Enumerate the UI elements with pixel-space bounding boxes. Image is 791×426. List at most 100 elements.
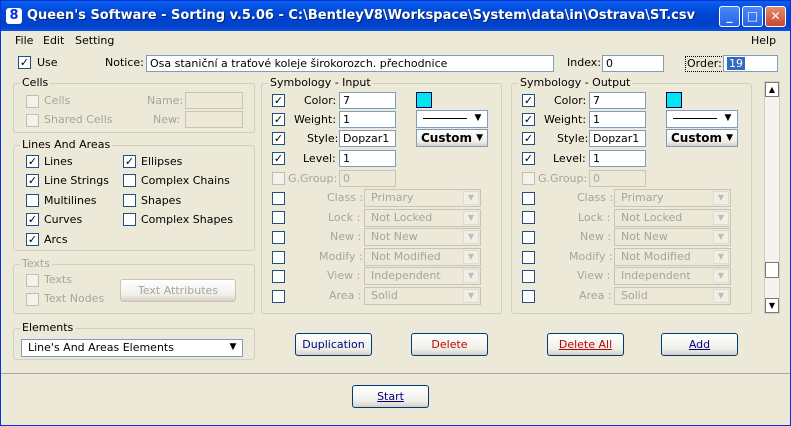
- in-class-select[interactable]: Primary ▼: [364, 189, 481, 207]
- notice-input[interactable]: Osa staniční a traťové koleje širokorozc…: [146, 55, 554, 72]
- order-input[interactable]: 19: [723, 55, 778, 72]
- out-class-select[interactable]: Primary ▼: [614, 189, 731, 207]
- arcs-checkbox[interactable]: ✓: [26, 233, 39, 246]
- out-lock-select[interactable]: Not Locked ▼: [614, 209, 731, 227]
- line-strings-checkbox[interactable]: ✓: [26, 174, 39, 187]
- in-level-checkbox[interactable]: ✓: [272, 152, 285, 165]
- out-level-checkbox[interactable]: ✓: [522, 152, 535, 165]
- add-button[interactable]: Add: [661, 333, 738, 356]
- chevron-down-icon: ▼: [713, 289, 729, 303]
- menu-help[interactable]: Help: [751, 34, 776, 47]
- in-ggroup-input[interactable]: 0: [339, 170, 396, 187]
- index-input[interactable]: 0: [602, 55, 664, 72]
- in-modify-checkbox[interactable]: [272, 251, 285, 264]
- in-class-checkbox[interactable]: [272, 192, 285, 205]
- in-lock-select[interactable]: Not Locked ▼: [364, 209, 481, 227]
- in-modify-select[interactable]: Not Modified ▼: [364, 248, 481, 266]
- in-weight-input[interactable]: 1: [339, 111, 396, 128]
- elements-select[interactable]: Line's And Areas Elements ▼: [21, 339, 243, 357]
- notice-label: Notice:: [105, 56, 144, 69]
- out-modify-select[interactable]: Not Modified ▼: [614, 248, 731, 266]
- text-attributes-button[interactable]: Text Attributes: [120, 279, 236, 302]
- close-button[interactable]: ✕: [765, 6, 786, 27]
- menu-setting[interactable]: Setting: [75, 34, 114, 47]
- in-new-select[interactable]: Not New ▼: [364, 228, 481, 246]
- out-class-checkbox[interactable]: [522, 192, 535, 205]
- in-lock-checkbox[interactable]: [272, 211, 285, 224]
- in-level-input[interactable]: 1: [339, 150, 396, 167]
- out-weight-select[interactable]: ▼: [666, 110, 738, 128]
- scroll-down-icon[interactable]: ▼: [765, 298, 779, 313]
- in-color-checkbox[interactable]: ✓: [272, 94, 285, 107]
- out-ggroup-label: G.Group:: [538, 172, 588, 185]
- out-weight-checkbox[interactable]: ✓: [522, 113, 535, 126]
- texts-group-title: Texts: [20, 257, 52, 271]
- in-area-checkbox[interactable]: [272, 290, 285, 303]
- out-color-checkbox[interactable]: ✓: [522, 94, 535, 107]
- out-area-checkbox[interactable]: [522, 290, 535, 303]
- out-ggroup-checkbox[interactable]: [522, 172, 535, 185]
- check-icon: ✓: [523, 132, 534, 145]
- use-checkbox[interactable]: ✓: [18, 56, 31, 69]
- name-input[interactable]: [185, 92, 243, 109]
- out-level-label: Level:: [553, 152, 586, 165]
- shared-cells-checkbox[interactable]: [26, 114, 39, 127]
- out-color-swatch[interactable]: [666, 92, 682, 108]
- in-weight-select[interactable]: ▼: [416, 110, 488, 128]
- in-color-input[interactable]: 7: [339, 92, 396, 109]
- shapes-checkbox[interactable]: [123, 194, 136, 207]
- start-button[interactable]: Start: [352, 385, 429, 408]
- menu-file[interactable]: File: [15, 34, 33, 47]
- out-view-checkbox[interactable]: [522, 270, 535, 283]
- out-area-select[interactable]: Solid ▼: [614, 287, 731, 305]
- delete-all-button[interactable]: Delete All: [547, 333, 624, 356]
- in-color-swatch[interactable]: [416, 92, 432, 108]
- complex-chains-checkbox[interactable]: [123, 174, 136, 187]
- out-ggroup-input[interactable]: 0: [589, 170, 646, 187]
- out-style-input[interactable]: Dopzar1: [589, 130, 646, 147]
- chevron-down-icon: ▼: [463, 211, 479, 225]
- vertical-scrollbar[interactable]: ▲ ▼: [764, 81, 780, 314]
- lines-checkbox[interactable]: ✓: [26, 155, 39, 168]
- in-area-select[interactable]: Solid ▼: [364, 287, 481, 305]
- scroll-thumb[interactable]: [765, 262, 779, 278]
- scroll-up-icon[interactable]: ▲: [765, 82, 779, 97]
- texts-checkbox[interactable]: [26, 274, 39, 287]
- duplication-button[interactable]: Duplication: [295, 333, 372, 356]
- ellipses-checkbox[interactable]: ✓: [123, 155, 136, 168]
- window-title: Queen's Software - Sorting v.5.06 - C:\B…: [27, 8, 696, 23]
- in-new-checkbox[interactable]: [272, 231, 285, 244]
- in-ggroup-checkbox[interactable]: [272, 172, 285, 185]
- in-view-select[interactable]: Independent ▼: [364, 267, 481, 285]
- complex-shapes-checkbox[interactable]: [123, 213, 136, 226]
- new-input[interactable]: [185, 111, 243, 128]
- in-style-label: Style:: [307, 132, 339, 145]
- in-view-checkbox[interactable]: [272, 270, 285, 283]
- out-level-input[interactable]: 1: [589, 150, 646, 167]
- chevron-down-icon: ▼: [713, 191, 729, 205]
- text-nodes-checkbox[interactable]: [26, 293, 39, 306]
- cells-label: Cells: [44, 94, 71, 107]
- out-style-checkbox[interactable]: ✓: [522, 132, 535, 145]
- out-lock-checkbox[interactable]: [522, 211, 535, 224]
- maximize-button[interactable]: □: [742, 6, 763, 27]
- curves-checkbox[interactable]: ✓: [26, 213, 39, 226]
- minimize-button[interactable]: _: [719, 6, 740, 27]
- out-color-input[interactable]: 7: [589, 92, 646, 109]
- out-new-checkbox[interactable]: [522, 231, 535, 244]
- in-custom-button[interactable]: Custom ▼: [416, 129, 488, 147]
- in-style-input[interactable]: Dopzar1: [339, 130, 396, 147]
- title-bar[interactable]: 8 Queen's Software - Sorting v.5.06 - C:…: [1, 1, 790, 31]
- out-view-select[interactable]: Independent ▼: [614, 267, 731, 285]
- out-weight-input[interactable]: 1: [589, 111, 646, 128]
- in-style-checkbox[interactable]: ✓: [272, 132, 285, 145]
- multilines-checkbox[interactable]: [26, 194, 39, 207]
- delete-button[interactable]: Delete: [411, 333, 488, 356]
- in-custom-label: Custom: [421, 131, 472, 145]
- in-weight-checkbox[interactable]: ✓: [272, 113, 285, 126]
- out-custom-button[interactable]: Custom ▼: [666, 129, 738, 147]
- out-new-select[interactable]: Not New ▼: [614, 228, 731, 246]
- cells-checkbox[interactable]: [26, 95, 39, 108]
- menu-edit[interactable]: Edit: [43, 34, 64, 47]
- out-modify-checkbox[interactable]: [522, 251, 535, 264]
